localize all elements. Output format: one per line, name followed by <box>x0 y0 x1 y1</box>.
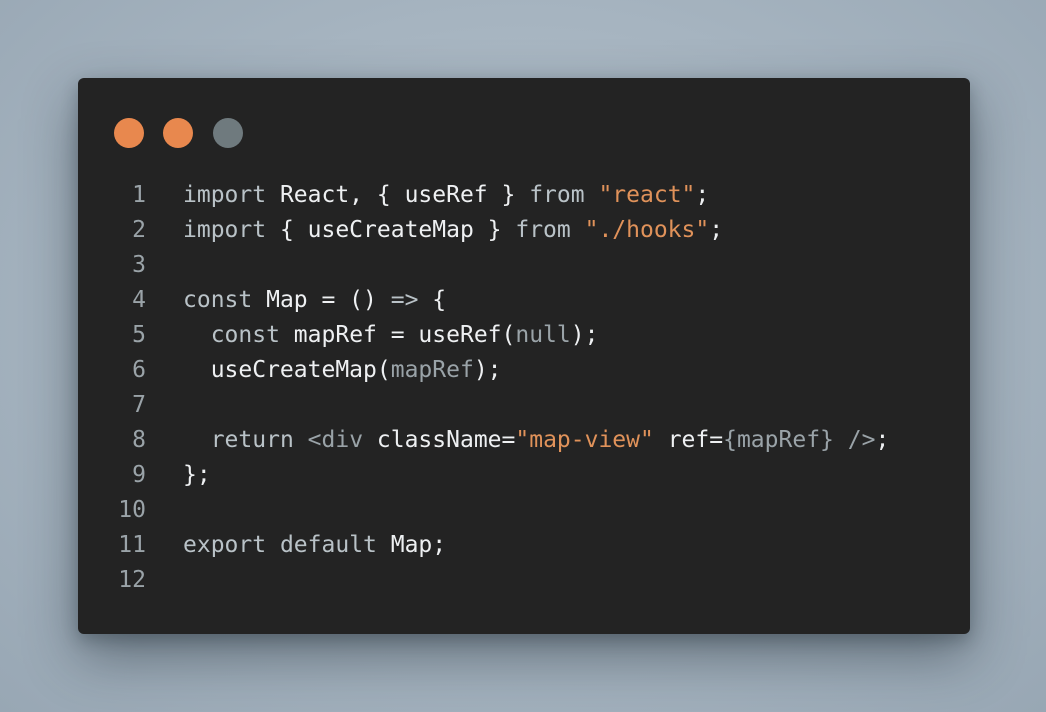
code-text: const Map = () => { <box>183 283 446 317</box>
code-token-plain: mapRef = useRef( <box>279 322 516 348</box>
code-token-keyword: default <box>279 532 377 558</box>
code-token-muted: null <box>515 322 571 348</box>
line-number: 4 <box>132 287 146 313</box>
line-number: 7 <box>132 392 146 418</box>
code-token-plain: ); <box>570 322 599 348</box>
code-token-keyword: export <box>183 532 267 558</box>
code-token-plain: React, { useRef } <box>266 182 530 208</box>
code-line: 11 export default Map; <box>78 528 970 562</box>
line-number: 6 <box>132 357 146 383</box>
close-button[interactable] <box>114 118 144 148</box>
code-token-keyword: from <box>529 182 585 208</box>
code-token-plain: { <box>418 287 447 313</box>
code-token-keyword: const <box>210 322 280 348</box>
code-token-plain: ); <box>473 357 502 383</box>
code-token-string: "react" <box>598 182 696 208</box>
code-token-plain: useCreateMap( <box>183 357 391 383</box>
code-token-string: "map-view" <box>515 427 654 453</box>
code-line: 12 <box>78 563 970 597</box>
code-line: 8 return <div className="map-view" ref={… <box>78 423 970 457</box>
minimize-button[interactable] <box>163 118 193 148</box>
code-text: import { useCreateMap } from "./hooks"; <box>183 213 723 247</box>
code-token-plain: ; <box>875 427 890 453</box>
line-number: 12 <box>118 567 146 593</box>
code-line: 6 useCreateMap(mapRef); <box>78 353 970 387</box>
code-token-plain: Map; <box>376 532 447 558</box>
line-number: 3 <box>132 252 146 278</box>
code-token-keyword: from <box>515 217 571 243</box>
code-token-keyword: const <box>183 287 253 313</box>
code-line: 2 import { useCreateMap } from "./hooks"; <box>78 213 970 247</box>
code-text: }; <box>183 458 211 492</box>
code-line: 10 <box>78 493 970 527</box>
code-text: return <div className="map-view" ref={ma… <box>183 423 890 457</box>
code-token-plain: { useCreateMap } <box>266 217 516 243</box>
code-line: 5 const mapRef = useRef(null); <box>78 318 970 352</box>
line-number: 11 <box>118 532 146 558</box>
line-number: 9 <box>132 462 146 488</box>
code-window: 1 import React, { useRef } from "react"; 2… <box>78 78 970 634</box>
line-number: 10 <box>118 497 146 523</box>
code-token-plain: }; <box>183 462 211 488</box>
code-token-muted: {mapRef} <box>723 427 834 453</box>
code-line: 1 import React, { useRef } from "react"; <box>78 178 970 212</box>
line-number: 8 <box>132 427 146 453</box>
code-text: useCreateMap(mapRef); <box>183 353 502 387</box>
code-token-keyword: => <box>390 287 419 313</box>
code-token-muted: /> <box>847 427 876 453</box>
code-token-plain: ref= <box>653 427 724 453</box>
line-number: 5 <box>132 322 146 348</box>
code-text: import React, { useRef } from "react"; <box>183 178 709 212</box>
code-line: 9}; <box>78 458 970 492</box>
code-token-muted: <div <box>307 427 364 453</box>
code-line: 4 const Map = () => { <box>78 283 970 317</box>
code-text: export default Map; <box>183 528 446 562</box>
maximize-button[interactable] <box>213 118 243 148</box>
code-token-keyword: import <box>183 182 267 208</box>
code-line: 3 <box>78 248 970 282</box>
code-token-plain: ; <box>695 182 710 208</box>
code-token-plain: ; <box>709 217 724 243</box>
code-token-plain: Map = () <box>252 287 391 313</box>
code-token-plain: className= <box>363 427 516 453</box>
line-number: 1 <box>132 182 146 208</box>
code-token-muted: mapRef <box>390 357 474 383</box>
code-token-keyword: return <box>210 427 294 453</box>
code-line: 7 <box>78 388 970 422</box>
code-token-string: "./hooks" <box>584 217 710 243</box>
code-token-keyword: import <box>183 217 267 243</box>
line-number: 2 <box>132 217 146 243</box>
code-text: const mapRef = useRef(null); <box>183 318 599 352</box>
